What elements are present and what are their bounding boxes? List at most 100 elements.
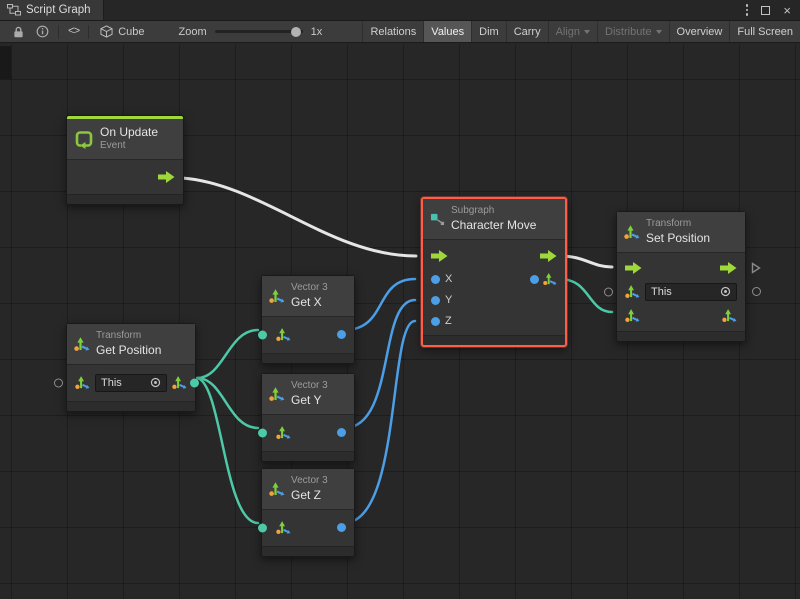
vector3-icon (269, 386, 285, 402)
input-port-z[interactable] (431, 317, 440, 326)
tabbar-spacer (104, 0, 746, 20)
node-title: Get Y (291, 393, 328, 408)
toolbar-separator (58, 25, 59, 39)
this-target-value: This (651, 286, 672, 298)
float-output-port[interactable] (337, 523, 346, 532)
close-icon[interactable]: × (783, 4, 791, 17)
maximize-icon[interactable] (761, 6, 770, 15)
wire-getposition-to-getz[interactable] (197, 378, 258, 523)
input-port-y[interactable] (431, 296, 440, 305)
target-object-chip[interactable]: Cube (92, 25, 152, 38)
graph-toolbar: <> Cube Zoom 1x Relations Values Dim Car… (0, 21, 800, 43)
vector-input-port[interactable] (258, 330, 267, 339)
node-footer (262, 451, 354, 461)
node-category: Vector 3 (291, 475, 328, 488)
node-category: Transform (646, 218, 710, 231)
node-title: Get Position (96, 343, 161, 358)
target-object-name: Cube (118, 26, 144, 38)
transform-icon (74, 336, 90, 352)
vector-input-icon[interactable] (276, 425, 291, 440)
window-tab-bar: Script Graph × (0, 0, 800, 21)
node-get-x[interactable]: Vector 3 Get X (261, 275, 355, 364)
this-target-field[interactable]: This (645, 283, 737, 301)
align-button[interactable]: Align (548, 21, 597, 42)
transform-port-icon[interactable] (75, 375, 90, 390)
zoom-value: 1x (311, 26, 323, 38)
full-screen-button[interactable]: Full Screen (729, 21, 800, 42)
vector-input-icon[interactable] (276, 327, 291, 342)
window-menu-icon[interactable] (746, 4, 749, 16)
info-icon[interactable] (30, 21, 55, 42)
vector3-icon (269, 481, 285, 497)
transform-port-icon[interactable] (625, 284, 640, 299)
external-flow-port[interactable] (751, 262, 761, 274)
unconnected-target-port[interactable] (604, 287, 613, 296)
chevron-down-icon (656, 30, 662, 34)
wire-charactermove-to-setposition-value[interactable] (560, 279, 612, 312)
node-category: Subgraph (451, 205, 536, 218)
node-get-y[interactable]: Vector 3 Get Y (261, 373, 355, 462)
tab-script-graph[interactable]: Script Graph (0, 0, 104, 20)
node-footer (262, 353, 354, 363)
dim-button[interactable]: Dim (471, 21, 506, 42)
node-title: On Update (100, 125, 158, 140)
vector-input-icon[interactable] (625, 308, 640, 323)
distribute-button[interactable]: Distribute (597, 21, 668, 42)
zoom-slider-handle[interactable] (291, 27, 301, 37)
vector-output-icon[interactable] (172, 375, 187, 390)
toolbar-separator (88, 25, 89, 39)
node-footer (423, 335, 565, 345)
lock-icon[interactable] (7, 21, 30, 42)
transform-output-icon[interactable] (722, 308, 737, 323)
node-get-position[interactable]: Transform Get Position This (66, 323, 196, 412)
node-set-position[interactable]: Transform Set Position (616, 211, 746, 342)
node-title: Get X (291, 295, 328, 310)
wire-onupdate-to-charactermove[interactable] (182, 178, 416, 256)
flow-output-port[interactable] (540, 250, 557, 262)
flow-output-port[interactable] (158, 171, 175, 183)
overview-button[interactable]: Overview (669, 21, 730, 42)
code-view-icon[interactable]: <> (62, 21, 85, 42)
node-category: Vector 3 (291, 380, 328, 393)
graph-canvas[interactable]: On Update Event Transform (0, 44, 800, 599)
port-label-z: Z (445, 315, 452, 327)
node-on-update[interactable]: On Update Event (66, 115, 184, 205)
node-get-z[interactable]: Vector 3 Get Z (261, 468, 355, 557)
vector-output-port[interactable] (190, 378, 199, 387)
values-button[interactable]: Values (423, 21, 471, 42)
float-output-port[interactable] (337, 330, 346, 339)
flow-input-port[interactable] (625, 262, 642, 274)
node-footer (262, 546, 354, 556)
vector-output-icon (543, 272, 557, 286)
relations-button[interactable]: Relations (362, 21, 423, 42)
port-label-x: X (445, 273, 452, 285)
wire-charactermove-to-setposition-flow[interactable] (560, 256, 612, 267)
carry-button[interactable]: Carry (506, 21, 548, 42)
object-picker-icon[interactable] (720, 286, 731, 297)
node-category: Transform (96, 330, 161, 343)
unconnected-target-port[interactable] (54, 378, 63, 387)
vector-output-port[interactable] (530, 275, 539, 284)
input-port-x[interactable] (431, 275, 440, 284)
vector-input-port[interactable] (258, 523, 267, 532)
flow-output-port[interactable] (720, 262, 737, 274)
transform-icon (624, 224, 640, 240)
this-target-field[interactable]: This (95, 374, 167, 392)
node-category: Vector 3 (291, 282, 328, 295)
tab-title: Script Graph (26, 4, 91, 16)
node-footer (67, 401, 195, 411)
script-graph-icon (7, 4, 21, 16)
float-output-port[interactable] (337, 428, 346, 437)
vector-input-port[interactable] (258, 428, 267, 437)
vector3-icon (269, 288, 285, 304)
flow-input-port[interactable] (431, 250, 448, 262)
vector-input-icon[interactable] (276, 520, 291, 535)
wire-getposition-to-getx[interactable] (197, 330, 258, 378)
node-footer (617, 331, 745, 341)
port-label-y: Y (445, 294, 452, 306)
external-value-port[interactable] (752, 287, 761, 296)
object-picker-icon[interactable] (150, 377, 161, 388)
node-character-move[interactable]: Subgraph Character Move X (421, 197, 567, 347)
zoom-slider[interactable] (215, 30, 303, 33)
node-title: Set Position (646, 231, 710, 246)
